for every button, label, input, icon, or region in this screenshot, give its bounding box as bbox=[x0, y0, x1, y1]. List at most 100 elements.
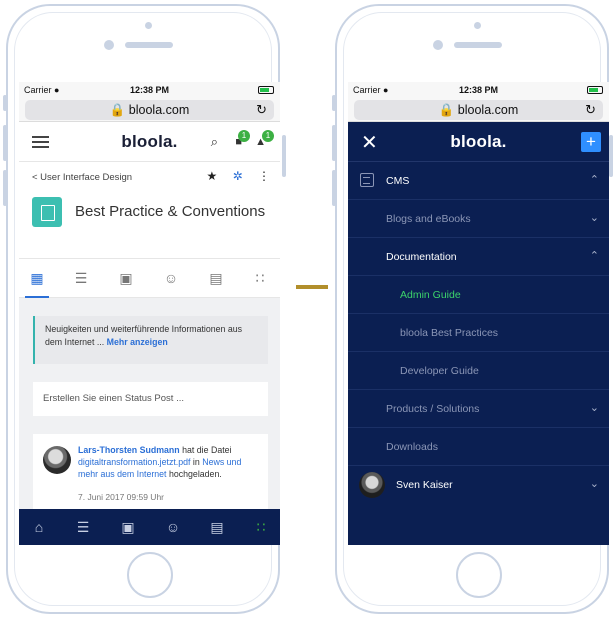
app-header: bloola. ⌕ ■ 1 ▲ 1 bbox=[19, 122, 280, 162]
front-camera bbox=[433, 40, 443, 50]
menu-item-admin-guide[interactable]: Admin Guide bbox=[348, 276, 609, 314]
menu-item-user[interactable]: Sven Kaiser ⌄ bbox=[348, 466, 609, 504]
space-tabbar: ▦ ☰ ▣ ☺ ▤ ∷ bbox=[19, 258, 280, 298]
earpiece-speaker bbox=[125, 42, 173, 48]
list-icon[interactable]: ☰ bbox=[72, 269, 90, 287]
menu-item-label: bloola Best Practices bbox=[400, 327, 499, 339]
calendar-icon[interactable]: ▣ bbox=[117, 269, 135, 287]
clipboard-icon bbox=[32, 197, 62, 227]
chevron-down-icon: ⌄ bbox=[589, 212, 599, 224]
home-button[interactable] bbox=[456, 552, 502, 598]
post-text: Lars-Thorsten Sudmann hat die Datei digi… bbox=[78, 444, 260, 480]
url-text: 🔒 bloola.com bbox=[438, 103, 519, 117]
document-icon[interactable]: ▤ bbox=[207, 269, 225, 287]
menu-item-label: Documentation bbox=[386, 251, 457, 263]
right-screen: Carrier ● 12:38 PM 🔒 bloola.com ↻ ✕ bloo… bbox=[348, 82, 609, 545]
menu-item-label: Blogs and eBooks bbox=[386, 213, 471, 225]
info-notice: Neuigkeiten und weiterführende Informati… bbox=[33, 316, 268, 364]
proximity-sensor bbox=[474, 22, 481, 29]
add-button[interactable]: + bbox=[581, 132, 601, 152]
status-bar: Carrier ● 12:38 PM bbox=[19, 82, 280, 98]
list-icon[interactable]: ☰ bbox=[74, 518, 92, 536]
menu-item-products[interactable]: Products / Solutions ⌄ bbox=[348, 390, 609, 428]
chevron-up-icon: ⌃ bbox=[589, 250, 599, 262]
address-bar: 🔒 bloola.com ↻ bbox=[348, 98, 609, 122]
page-title-row: Best Practice & Conventions bbox=[19, 194, 280, 232]
home-button[interactable] bbox=[127, 552, 173, 598]
front-camera bbox=[104, 40, 114, 50]
power-button bbox=[282, 135, 286, 177]
chevron-down-icon: ⌄ bbox=[589, 402, 599, 414]
menu-item-blogs[interactable]: Blogs and eBooks ⌄ bbox=[348, 200, 609, 238]
post-timestamp: 7. Juni 2017 09:59 Uhr bbox=[78, 492, 165, 502]
show-more-link[interactable]: Mehr anzeigen bbox=[107, 337, 168, 347]
cms-icon bbox=[360, 173, 374, 187]
url-field[interactable]: 🔒 bloola.com ↻ bbox=[354, 100, 603, 120]
status-bar: Carrier ● 12:38 PM bbox=[348, 82, 609, 98]
volume-down-button bbox=[332, 170, 336, 206]
breadcrumb-row: < User Interface Design ★ ✲ ⋮ bbox=[19, 162, 280, 194]
apps-icon[interactable]: ∷ bbox=[252, 518, 270, 536]
menu-item-label: Products / Solutions bbox=[386, 403, 480, 415]
volume-down-button bbox=[3, 170, 7, 206]
search-icon[interactable]: ⌕ bbox=[211, 134, 218, 150]
reload-icon[interactable]: ↻ bbox=[256, 100, 267, 120]
battery-icon bbox=[258, 86, 274, 94]
page-title: Best Practice & Conventions bbox=[75, 203, 266, 220]
battery-icon bbox=[587, 86, 603, 94]
bell-badge: 1 bbox=[262, 130, 274, 142]
people-icon[interactable]: ☺ bbox=[164, 518, 182, 536]
people-icon[interactable]: ☺ bbox=[162, 269, 180, 287]
more-options-icon[interactable]: ⋮ bbox=[258, 169, 270, 183]
document-icon[interactable]: ▤ bbox=[208, 518, 226, 536]
url-text: 🔒 bloola.com bbox=[109, 103, 190, 117]
address-bar: 🔒 bloola.com ↻ bbox=[19, 98, 280, 122]
post-text-part: in bbox=[190, 457, 203, 467]
connector-line bbox=[296, 285, 328, 289]
home-icon[interactable]: ⌂ bbox=[30, 518, 48, 536]
bloola-logo[interactable]: bloola. bbox=[348, 132, 609, 152]
chevron-down-icon: ⌄ bbox=[589, 478, 599, 490]
user-name: Sven Kaiser bbox=[396, 479, 453, 491]
clock: 12:38 PM bbox=[458, 85, 499, 95]
dashboard-icon[interactable]: ▦ bbox=[28, 269, 46, 287]
chat-icon[interactable]: ■ 1 bbox=[235, 130, 250, 148]
menu-item-developer-guide[interactable]: Developer Guide bbox=[348, 352, 609, 390]
menu-header: ✕ bloola. + bbox=[348, 122, 609, 162]
post-text-part: hochgeladen. bbox=[166, 469, 222, 479]
menu-item-label: Downloads bbox=[386, 441, 438, 453]
proximity-sensor bbox=[145, 22, 152, 29]
bell-icon[interactable]: ▲ 1 bbox=[255, 130, 274, 148]
menu-item-documentation[interactable]: Documentation ⌃ bbox=[348, 238, 609, 276]
volume-up-button bbox=[3, 125, 7, 161]
status-post-input[interactable]: Erstellen Sie einen Status Post ... bbox=[33, 382, 268, 416]
volume-up-button bbox=[332, 125, 336, 161]
pin-icon[interactable]: ✲ bbox=[233, 169, 243, 183]
reload-icon[interactable]: ↻ bbox=[585, 100, 596, 120]
chat-badge: 1 bbox=[238, 130, 250, 142]
earpiece-speaker bbox=[454, 42, 502, 48]
page-actions: ★ ✲ ⋮ bbox=[194, 169, 270, 183]
mute-switch bbox=[3, 95, 7, 111]
menu-item-label: Admin Guide bbox=[400, 289, 461, 301]
post-author-link[interactable]: Lars-Thorsten Sudmann bbox=[78, 445, 180, 455]
calendar-icon[interactable]: ▣ bbox=[119, 518, 137, 536]
menu-item-downloads[interactable]: Downloads bbox=[348, 428, 609, 466]
avatar bbox=[359, 472, 385, 498]
star-icon[interactable]: ★ bbox=[206, 169, 217, 183]
menu-item-best-practices[interactable]: bloola Best Practices bbox=[348, 314, 609, 352]
url-field[interactable]: 🔒 bloola.com ↻ bbox=[25, 100, 274, 120]
post-file-link[interactable]: digitaltransformation.jetzt.pdf bbox=[78, 457, 190, 467]
avatar[interactable] bbox=[43, 446, 71, 474]
left-screen: Carrier ● 12:38 PM 🔒 bloola.com ↻ bloola… bbox=[19, 82, 280, 545]
apps-icon[interactable]: ∷ bbox=[251, 269, 269, 287]
breadcrumb[interactable]: < User Interface Design bbox=[32, 172, 132, 183]
power-button bbox=[609, 135, 613, 177]
chevron-up-icon: ⌃ bbox=[589, 174, 599, 186]
feed-post: Lars-Thorsten Sudmann hat die Datei digi… bbox=[33, 434, 268, 514]
mute-switch bbox=[332, 95, 336, 111]
menu-item-label: Developer Guide bbox=[400, 365, 479, 377]
clock: 12:38 PM bbox=[129, 85, 170, 95]
menu-item-cms[interactable]: CMS ⌃ bbox=[348, 162, 609, 200]
activity-feed: Neuigkeiten und weiterführende Informati… bbox=[19, 298, 280, 514]
